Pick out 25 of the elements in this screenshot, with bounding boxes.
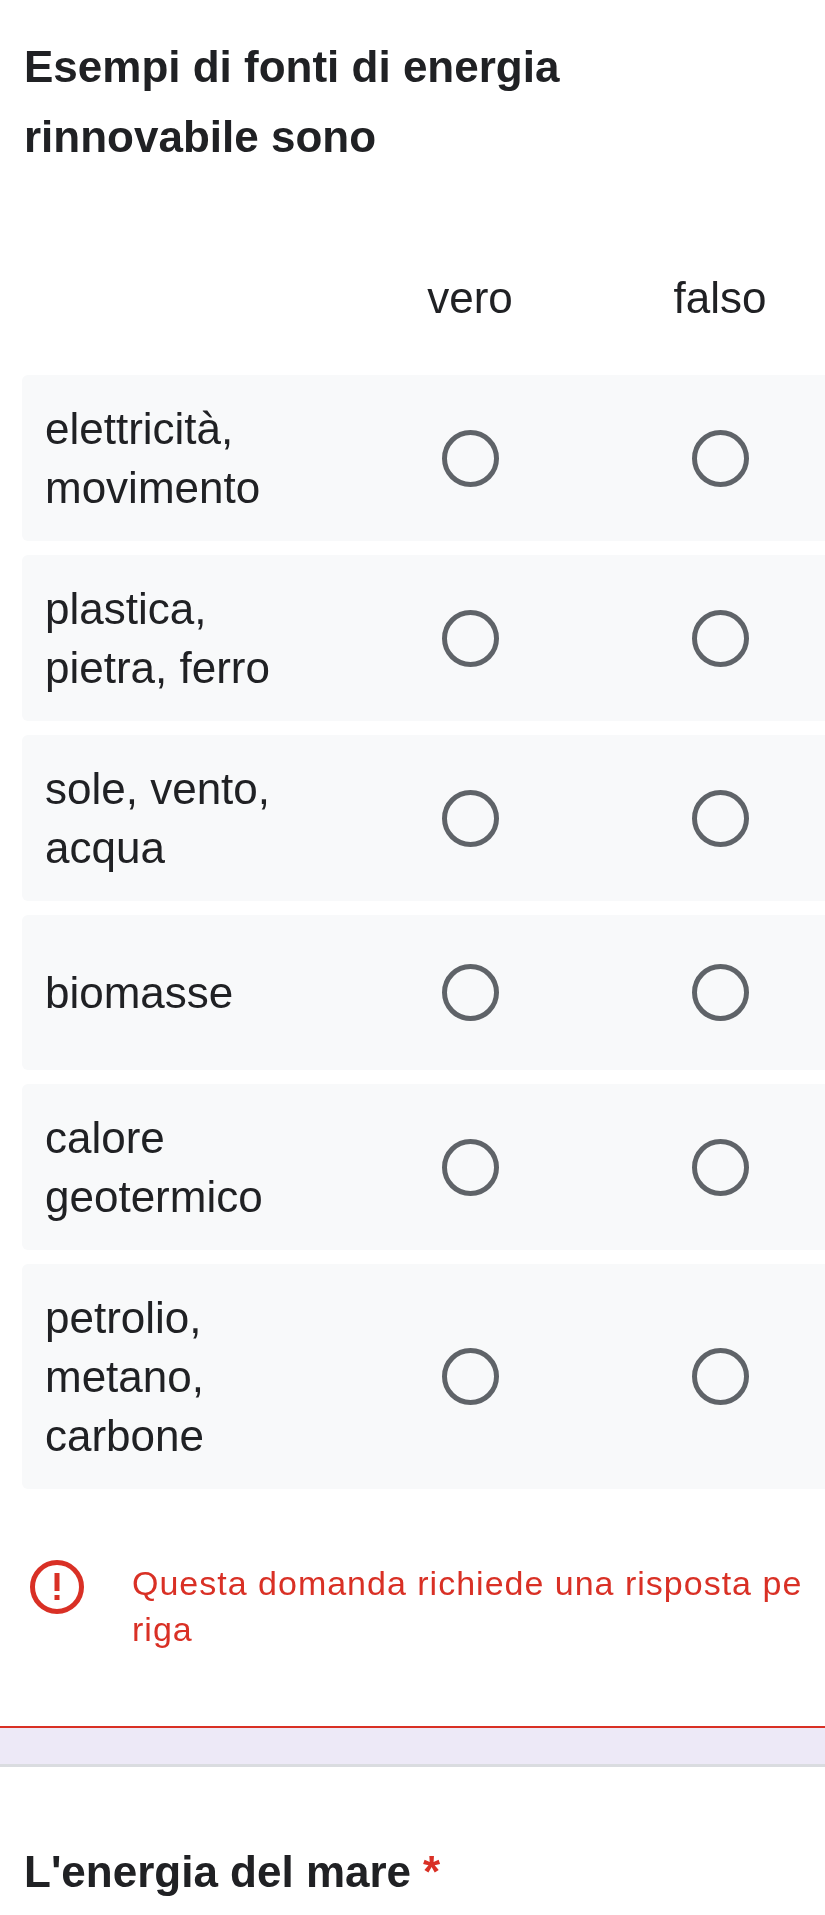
- radio-button[interactable]: [691, 964, 749, 1021]
- column-header: vero: [427, 272, 513, 324]
- question-title: Esempi di fonti di energia rinnovabile sono: [24, 41, 561, 163]
- radio-button[interactable]: [691, 789, 749, 847]
- radio-button[interactable]: [691, 429, 749, 487]
- radio-button[interactable]: [441, 964, 499, 1021]
- question-title: L'energia del mare: [24, 1847, 412, 1896]
- radio-button[interactable]: [441, 1138, 499, 1196]
- required-asterisk: *: [423, 1847, 441, 1896]
- radio-button[interactable]: [441, 609, 499, 667]
- radio-button[interactable]: [441, 429, 499, 487]
- row-label: plastica, pietra, ferro: [45, 583, 271, 694]
- row-label: biomasse: [45, 967, 235, 1019]
- radio-button[interactable]: [441, 1348, 499, 1405]
- radio-button[interactable]: [441, 789, 499, 847]
- radio-button[interactable]: [691, 1348, 749, 1405]
- row-label: petrolio, metano, carbone: [45, 1292, 205, 1462]
- row-label: sole, vento, acqua: [45, 763, 272, 874]
- column-header: falso: [673, 272, 767, 324]
- row-label: calore geotermico: [45, 1112, 264, 1223]
- error-icon: [29, 1559, 85, 1615]
- row-label: elettricità, movimento: [45, 403, 262, 514]
- radio-button[interactable]: [691, 1138, 749, 1196]
- error-message: Questa domanda richiede una risposta pe riga: [132, 1563, 803, 1650]
- radio-button[interactable]: [691, 609, 749, 667]
